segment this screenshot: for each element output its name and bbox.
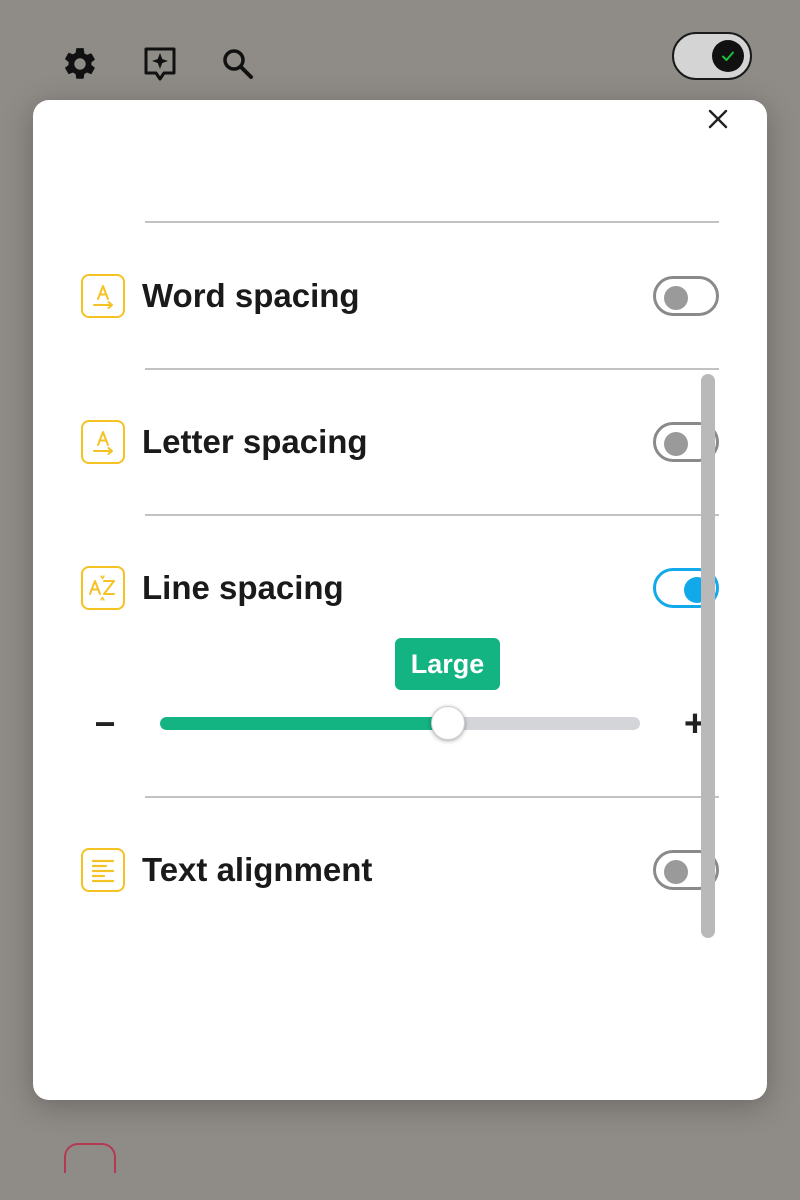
letter-a-arrow-icon: [81, 274, 125, 318]
decrease-button[interactable]: −: [85, 704, 125, 744]
letter-a-arrow-icon: [81, 420, 125, 464]
toggle-knob: [664, 286, 688, 310]
close-icon: [708, 109, 728, 129]
line-spacing-slider-track[interactable]: [160, 717, 640, 730]
gear-icon[interactable]: [60, 44, 100, 84]
letter-spacing-label: Letter spacing: [142, 423, 368, 460]
master-toggle-knob: [712, 40, 744, 72]
divider: [145, 221, 719, 223]
background-tab: [64, 1143, 116, 1173]
text-alignment-label: Text alignment: [142, 851, 373, 888]
slider-thumb[interactable]: [431, 706, 465, 740]
search-icon[interactable]: [218, 44, 258, 84]
slider-value-tooltip: Large: [395, 638, 500, 690]
close-button[interactable]: [700, 104, 736, 134]
divider: [145, 796, 719, 798]
toggle-knob: [664, 860, 688, 884]
word-spacing-label: Word spacing: [142, 277, 360, 314]
divider: [145, 368, 719, 370]
a-z-spacing-icon: [81, 566, 125, 610]
align-left-icon: [81, 848, 125, 892]
minus-icon: −: [94, 703, 116, 744]
scrollbar[interactable]: [701, 374, 715, 938]
sparkle-bookmark-icon[interactable]: [140, 44, 180, 84]
master-toggle[interactable]: [672, 32, 752, 80]
line-spacing-label: Line spacing: [142, 569, 344, 606]
divider: [145, 514, 719, 516]
word-spacing-toggle[interactable]: [653, 276, 719, 316]
toggle-knob: [664, 432, 688, 456]
slider-fill: [160, 717, 448, 730]
check-icon: [722, 51, 734, 61]
